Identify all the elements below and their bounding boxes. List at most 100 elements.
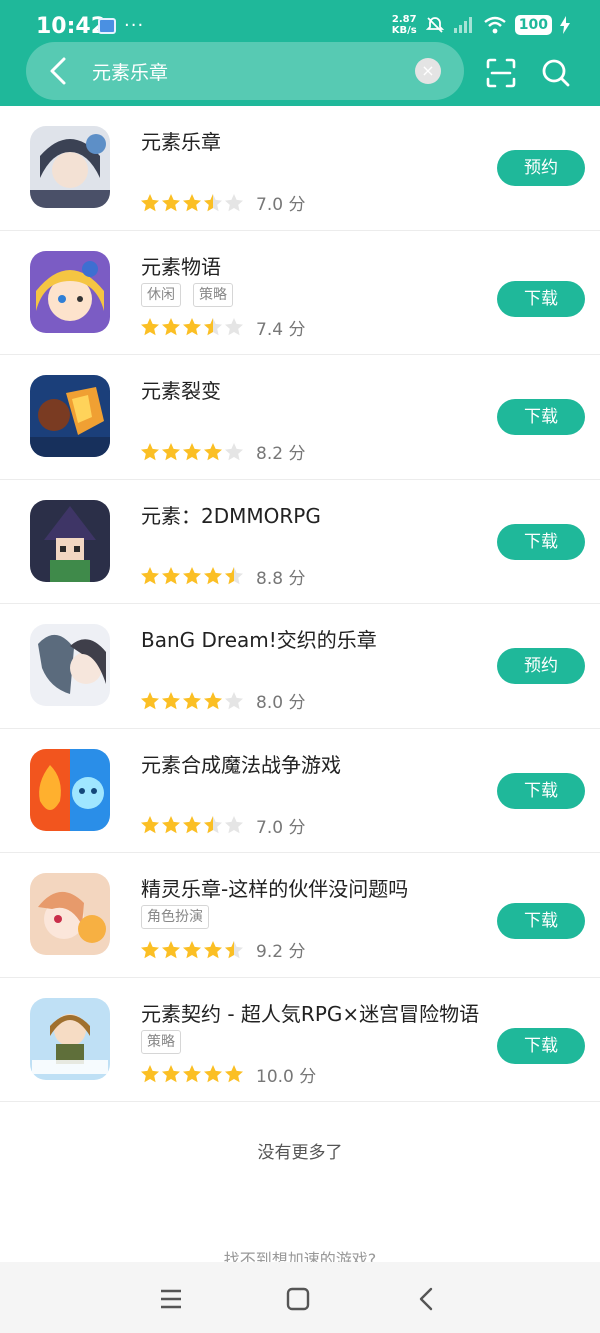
rating: 8.8 分 (140, 564, 305, 589)
star-icon (162, 1065, 180, 1083)
star-icon (183, 442, 201, 460)
elemental-chapter-icon[interactable] (30, 126, 110, 208)
search-results-list: 元素乐章 7.0 分预约 元素物语 休闲 策略 7.4 分下载 元素裂变 8.2 分下载 元素：… (0, 106, 600, 1102)
home-icon[interactable] (285, 1286, 311, 1312)
bang-dream-icon[interactable] (30, 624, 110, 706)
dungeon-fantasy-icon[interactable] (30, 997, 110, 1080)
result-item[interactable]: 元素：2DMMORPG 8.8 分 下载 (0, 480, 600, 604)
app-name[interactable]: 元素裂变 (141, 375, 221, 404)
rating: 8.2 分 (140, 439, 305, 464)
tag-list: 角色扮演 (141, 905, 209, 929)
score: 7.4 分 (256, 319, 306, 340)
elemental-mmorpg-icon[interactable] (30, 499, 110, 582)
search-input[interactable] (92, 54, 402, 88)
status-bar: 10:42 ··· 2.87 KB/s 100 (0, 0, 600, 44)
download-button[interactable]: 下载 (497, 523, 585, 560)
search-icon[interactable] (541, 58, 571, 88)
elemental-fission-icon[interactable] (30, 375, 110, 457)
score: 7.0 分 (256, 817, 306, 838)
mute-icon (425, 17, 444, 33)
result-item[interactable]: 元素物语 休闲 策略 7.4 分 下载 (0, 231, 600, 355)
result-item[interactable]: 精灵乐章-这样的伙伴没问题吗 角色扮演 9.2 分 下载 (0, 853, 600, 978)
star-icon (204, 567, 222, 585)
star-icon (225, 940, 243, 958)
score: 10.0 分 (256, 1066, 317, 1087)
star-icon (183, 691, 201, 709)
status-time: 10:42 (36, 14, 107, 39)
network-speed-value: 2.87 (391, 14, 417, 25)
download-button[interactable]: 下载 (497, 772, 585, 809)
back-icon[interactable] (414, 1286, 440, 1312)
star-icon (141, 318, 159, 336)
rating: 8.0 分 (140, 688, 305, 713)
score: 8.8 分 (256, 568, 306, 589)
star-icon (141, 1065, 159, 1083)
battery-indicator: 100 (514, 15, 552, 35)
download-button[interactable]: 下载 (497, 1027, 585, 1064)
app-name[interactable]: 元素：2DMMORPG (141, 500, 321, 529)
star-icon (141, 442, 159, 460)
star-icon (141, 567, 159, 585)
app-name[interactable]: 元素合成魔法战争游戏 (141, 749, 341, 778)
element-merge-icon[interactable] (30, 748, 110, 831)
more-notifications-icon: ··· (124, 15, 145, 36)
star-icon (225, 691, 243, 709)
download-button[interactable]: 下载 (497, 903, 585, 939)
clear-search-button[interactable]: × (415, 58, 441, 84)
star-icon (162, 691, 180, 709)
star-icon (183, 816, 201, 834)
result-item[interactable]: BanG Dream!交织的乐章 8.0 分 预约 (0, 604, 600, 729)
score: 7.0 分 (256, 195, 306, 215)
star-icon (162, 567, 180, 585)
network-speed-unit: KB/s (391, 25, 417, 36)
status-left-icons: ··· (98, 15, 145, 36)
star-icon (183, 940, 201, 958)
rating: 7.4 分 (140, 315, 305, 340)
status-right: 2.87 KB/s 100 (392, 14, 570, 36)
result-item[interactable]: 元素乐章 7.0 分 预约 (0, 106, 600, 231)
star-icon (162, 318, 180, 336)
genre-tag: 角色扮演 (141, 905, 209, 929)
score: 8.0 分 (256, 693, 306, 713)
genre-tag: 策略 (141, 1029, 181, 1054)
signal-icon (453, 17, 472, 33)
app-name[interactable]: 元素契约 - 超人気RPG×迷宫冒险物语 (141, 998, 479, 1027)
result-item[interactable]: 元素契约 - 超人気RPG×迷宫冒险物语 策略 10.0 分 下载 (0, 978, 600, 1102)
rating: 7.0 分 (140, 813, 305, 838)
search-bar: × (0, 42, 600, 102)
network-speed: 2.87 KB/s (392, 14, 417, 36)
app-name[interactable]: 元素物语 (141, 251, 221, 280)
star-icon (162, 442, 180, 460)
star-icon (162, 193, 180, 211)
star-icon (162, 816, 180, 834)
result-item[interactable]: 元素合成魔法战争游戏 7.0 分 下载 (0, 729, 600, 853)
rating: 7.0 分 (140, 190, 305, 215)
star-icon (225, 1065, 243, 1083)
download-button[interactable]: 下载 (497, 399, 585, 435)
back-arrow-icon[interactable] (44, 55, 74, 87)
download-button[interactable]: 下载 (497, 280, 585, 317)
star-icon (204, 193, 222, 211)
spirit-chapter-icon[interactable] (30, 873, 110, 955)
star-icon (183, 1065, 201, 1083)
reserve-button[interactable]: 预约 (497, 648, 585, 684)
star-icon (204, 691, 222, 709)
charging-icon (560, 16, 570, 34)
result-item[interactable]: 元素裂变 8.2 分 下载 (0, 355, 600, 480)
reserve-button[interactable]: 预约 (497, 150, 585, 186)
app-header: 10:42 ··· 2.87 KB/s 100 元素乐章 × (0, 0, 600, 106)
app-name[interactable]: BanG Dream!交织的乐章 (141, 624, 377, 653)
app-name[interactable]: 精灵乐章-这样的伙伴没问题吗 (141, 873, 408, 902)
star-icon (204, 1065, 222, 1083)
menu-icon[interactable] (158, 1286, 184, 1312)
star-icon (141, 816, 159, 834)
scan-icon[interactable] (486, 58, 516, 88)
tag-list: 休闲 策略 (141, 282, 233, 307)
system-nav-bar (0, 1262, 600, 1333)
genre-tag: 休闲 (141, 282, 181, 307)
wallet-notification-icon (98, 18, 116, 34)
star-icon (225, 816, 243, 834)
no-more-results: 没有更多了 (257, 1143, 343, 1163)
app-name[interactable]: 元素乐章 (141, 126, 221, 155)
elemental-story-icon[interactable] (30, 250, 110, 333)
